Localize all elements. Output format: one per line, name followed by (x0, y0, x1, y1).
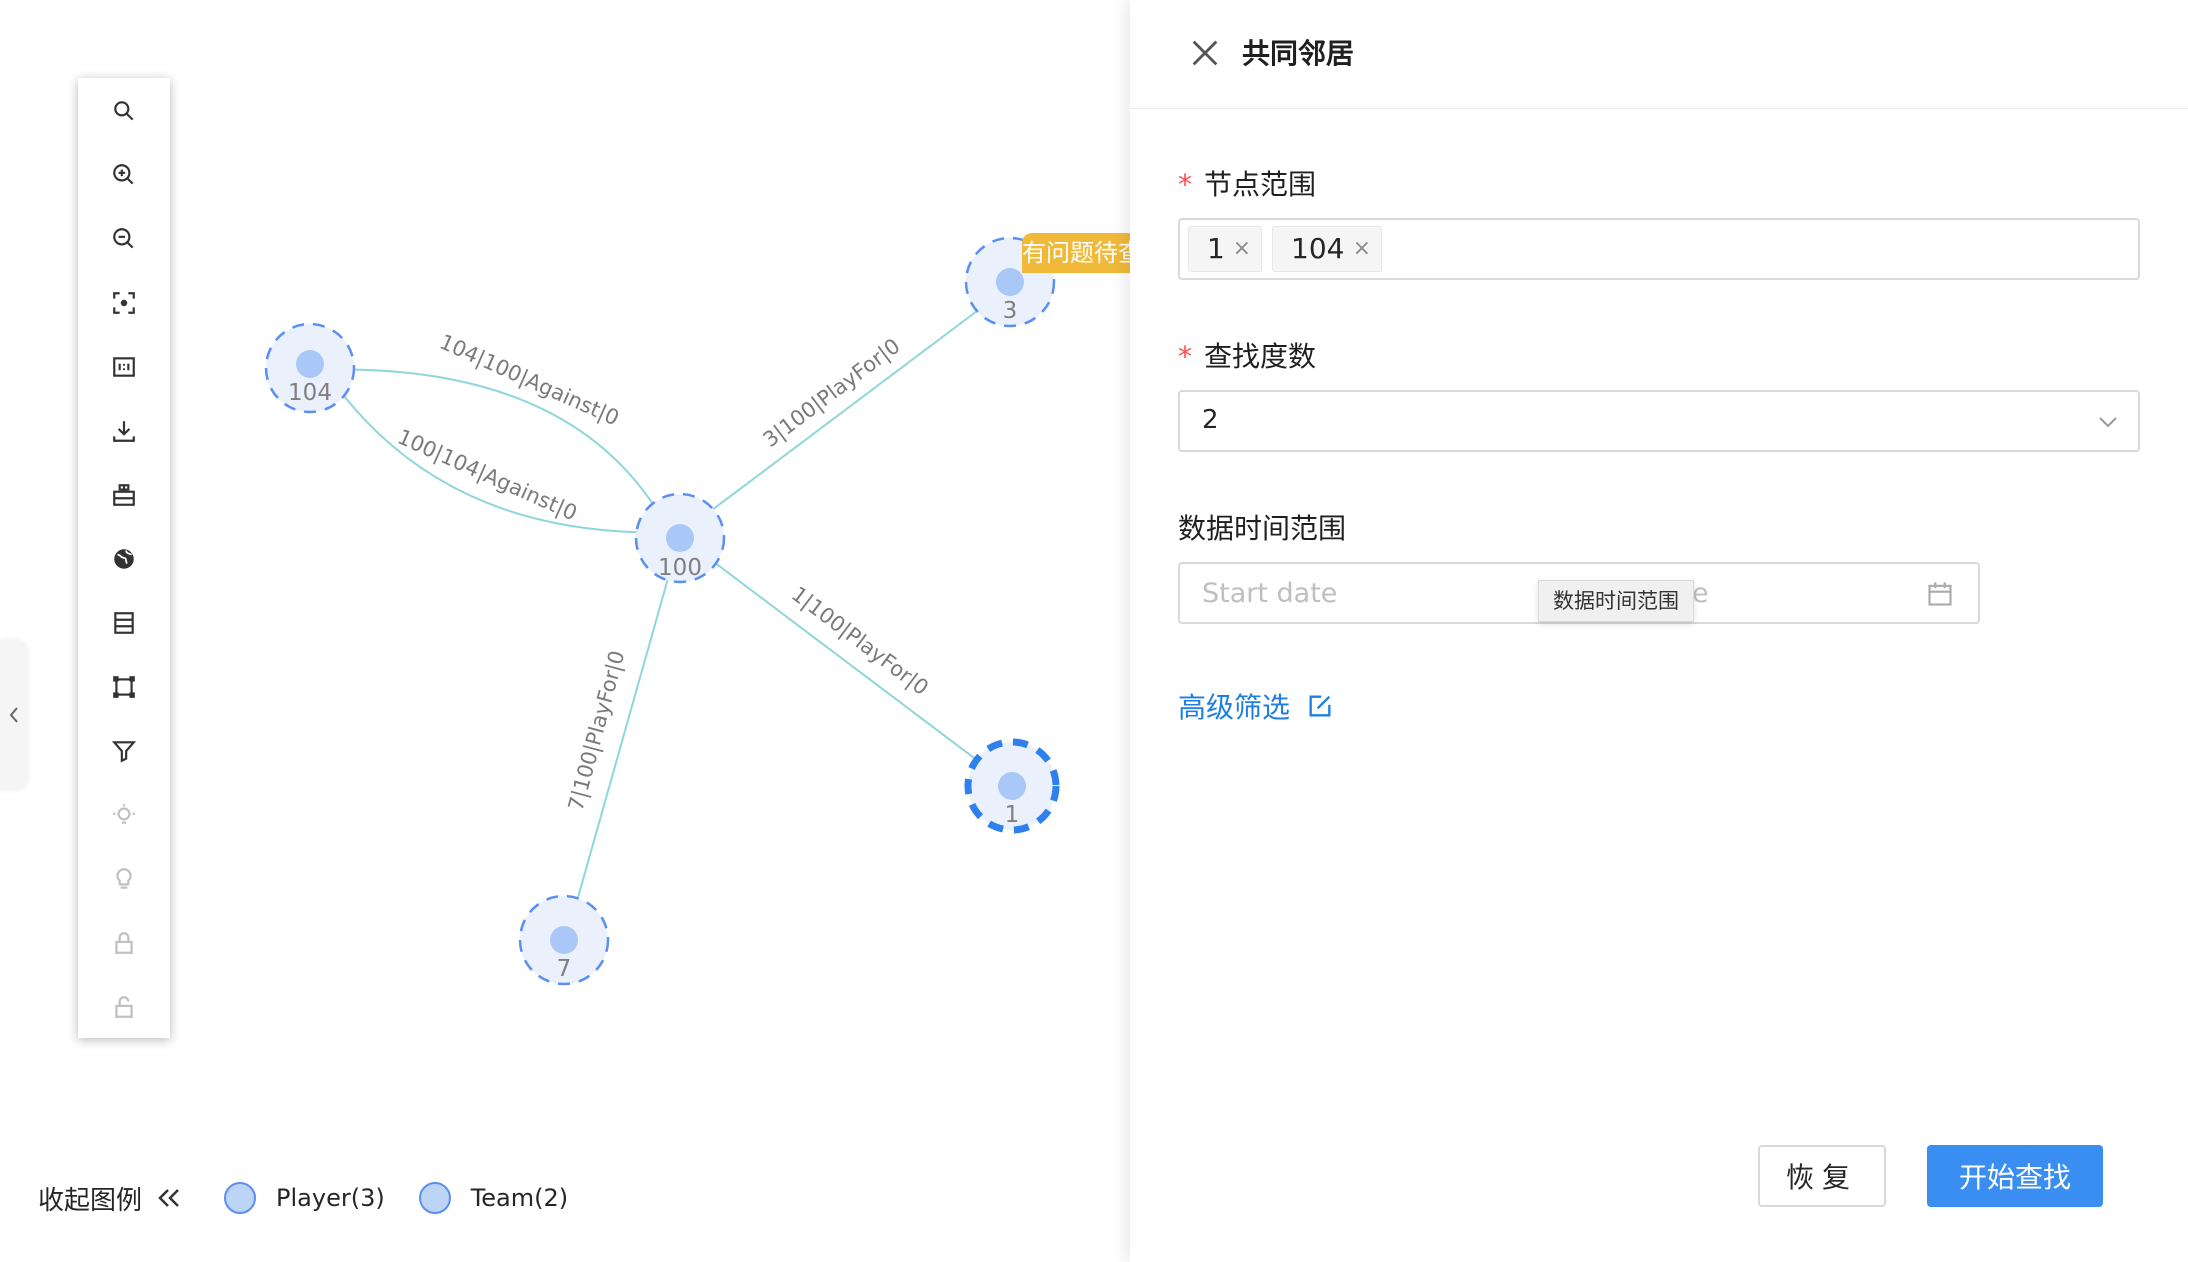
filter-icon (111, 741, 137, 763)
graph-edge[interactable] (311, 368, 671, 535)
graph-canvas[interactable]: 104|100|Against|0 100|104|Against|0 3|10… (0, 0, 1130, 1262)
advanced-filter-link[interactable]: 高级筛选 (1178, 686, 1334, 726)
highlight-bulb-icon (113, 804, 135, 824)
fit-view-icon (113, 292, 135, 314)
start-date-input[interactable]: Start date (1202, 578, 1337, 609)
edge-label: 3|100|PlayFor|0 (759, 334, 906, 453)
legend-swatch (224, 1182, 257, 1214)
date-range-tooltip: 数据时间范围 (1538, 580, 1694, 622)
time-range-label: 数据时间范围 (1178, 512, 1347, 545)
zoom-out-icon (113, 228, 134, 249)
zoom-in-button[interactable] (78, 150, 170, 200)
node-range-select[interactable]: 1 × 104 × (1178, 218, 2140, 280)
unlock-icon (115, 996, 133, 1018)
degree-select[interactable]: 2 (1178, 390, 2140, 452)
actual-size-icon (113, 357, 135, 377)
start-search-button[interactable]: 开始查找 (1927, 1145, 2103, 1207)
remove-tag-icon[interactable]: × (1233, 227, 1251, 271)
node-label: 7 (557, 956, 572, 982)
node-label: 100 (658, 555, 702, 581)
list-button[interactable] (78, 598, 170, 648)
graph-edge[interactable] (688, 543, 1011, 786)
lock-icon (115, 932, 133, 954)
node-range-label-text: 节点范围 (1204, 168, 1317, 201)
advanced-filter-label: 高级筛选 (1178, 691, 1291, 724)
graph-node[interactable]: 104 (264, 322, 356, 414)
graph-edge[interactable] (686, 289, 1006, 529)
zoom-out-button[interactable] (78, 214, 170, 264)
edit-icon (1309, 695, 1331, 717)
close-icon[interactable] (1188, 36, 1222, 70)
double-chevron-left-icon (158, 1189, 179, 1207)
common-neighbors-drawer: 共同邻居 * 节点范围 1 × 104 × * 查找度数 2 数据时间范围 Star… (1130, 0, 2188, 1262)
bulb-button[interactable] (78, 854, 170, 904)
graph-node[interactable]: 7 (518, 894, 610, 986)
lock-button[interactable] (78, 918, 170, 968)
search-icon (114, 101, 134, 121)
collapse-legend-button[interactable]: 收起图例 (38, 1180, 184, 1217)
legend-item-label: Player(3) (276, 1184, 385, 1212)
highlight-bulb-button[interactable] (78, 790, 170, 840)
graph-toolbar (78, 78, 170, 1038)
globe-icon (114, 549, 134, 569)
remove-tag-icon[interactable]: × (1353, 227, 1371, 271)
legend-item-player[interactable]: Player(3) (224, 1182, 385, 1214)
node-label: 104 (288, 380, 332, 406)
select-box-button[interactable] (78, 662, 170, 712)
chevron-left-icon (9, 707, 18, 723)
chevron-down-icon (2099, 417, 2117, 428)
legend-item-label: Team(2) (470, 1184, 569, 1212)
graph-legend: 收起图例 Player(3) Team(2) (38, 1176, 602, 1220)
globe-button[interactable] (78, 534, 170, 584)
search-tool-button[interactable] (78, 86, 170, 136)
legend-swatch (418, 1182, 451, 1214)
layout-icon (113, 484, 135, 506)
graph-node[interactable]: 100 (634, 492, 726, 584)
edge-label: 1|100|PlayFor|0 (786, 582, 933, 701)
edge-label: 104|100|Against|0 (436, 330, 623, 432)
zoom-in-icon (113, 164, 134, 185)
download-icon (113, 421, 135, 442)
node-status-badge: 有问题待查 (1022, 233, 1130, 273)
layout-button[interactable] (78, 470, 170, 520)
unlock-button[interactable] (78, 982, 170, 1032)
node-label: 1 (1005, 802, 1020, 828)
bulb-icon (116, 868, 132, 889)
node-tag-label: 1 (1207, 232, 1225, 265)
end-date-input[interactable]: e (1692, 578, 1709, 609)
node-label: 3 (1003, 298, 1018, 324)
reset-button[interactable]: 恢复 (1758, 1145, 1886, 1207)
edge-label: 7|100|PlayFor|0 (564, 648, 631, 814)
calendar-icon (1928, 582, 1952, 606)
drawer-title: 共同邻居 (1242, 37, 1355, 70)
node-tag: 1 × (1188, 226, 1262, 272)
required-mark: * (1178, 340, 1192, 373)
node-tag-label: 104 (1291, 232, 1345, 265)
required-mark: * (1178, 168, 1192, 201)
list-icon (114, 612, 134, 634)
degree-label-text: 查找度数 (1204, 340, 1317, 373)
fit-view-button[interactable] (78, 278, 170, 328)
node-tag: 104 × (1272, 226, 1382, 272)
drawer-header: 共同邻居 (1130, 0, 2188, 109)
degree-label: * 查找度数 (1178, 335, 1316, 375)
graph-node-selected[interactable]: 1 (964, 738, 1060, 834)
filter-button[interactable] (78, 726, 170, 776)
node-range-label: * 节点范围 (1178, 163, 1316, 203)
side-panel-toggle[interactable] (0, 640, 28, 790)
collapse-legend-label: 收起图例 (38, 1185, 143, 1216)
actual-size-button[interactable] (78, 342, 170, 392)
select-box-icon (113, 676, 135, 698)
degree-value: 2 (1202, 405, 1219, 435)
edge-label: 100|104|Against|0 (394, 425, 581, 527)
graph-edge[interactable] (324, 368, 676, 534)
legend-item-team[interactable]: Team(2) (418, 1182, 569, 1214)
download-button[interactable] (78, 406, 170, 456)
